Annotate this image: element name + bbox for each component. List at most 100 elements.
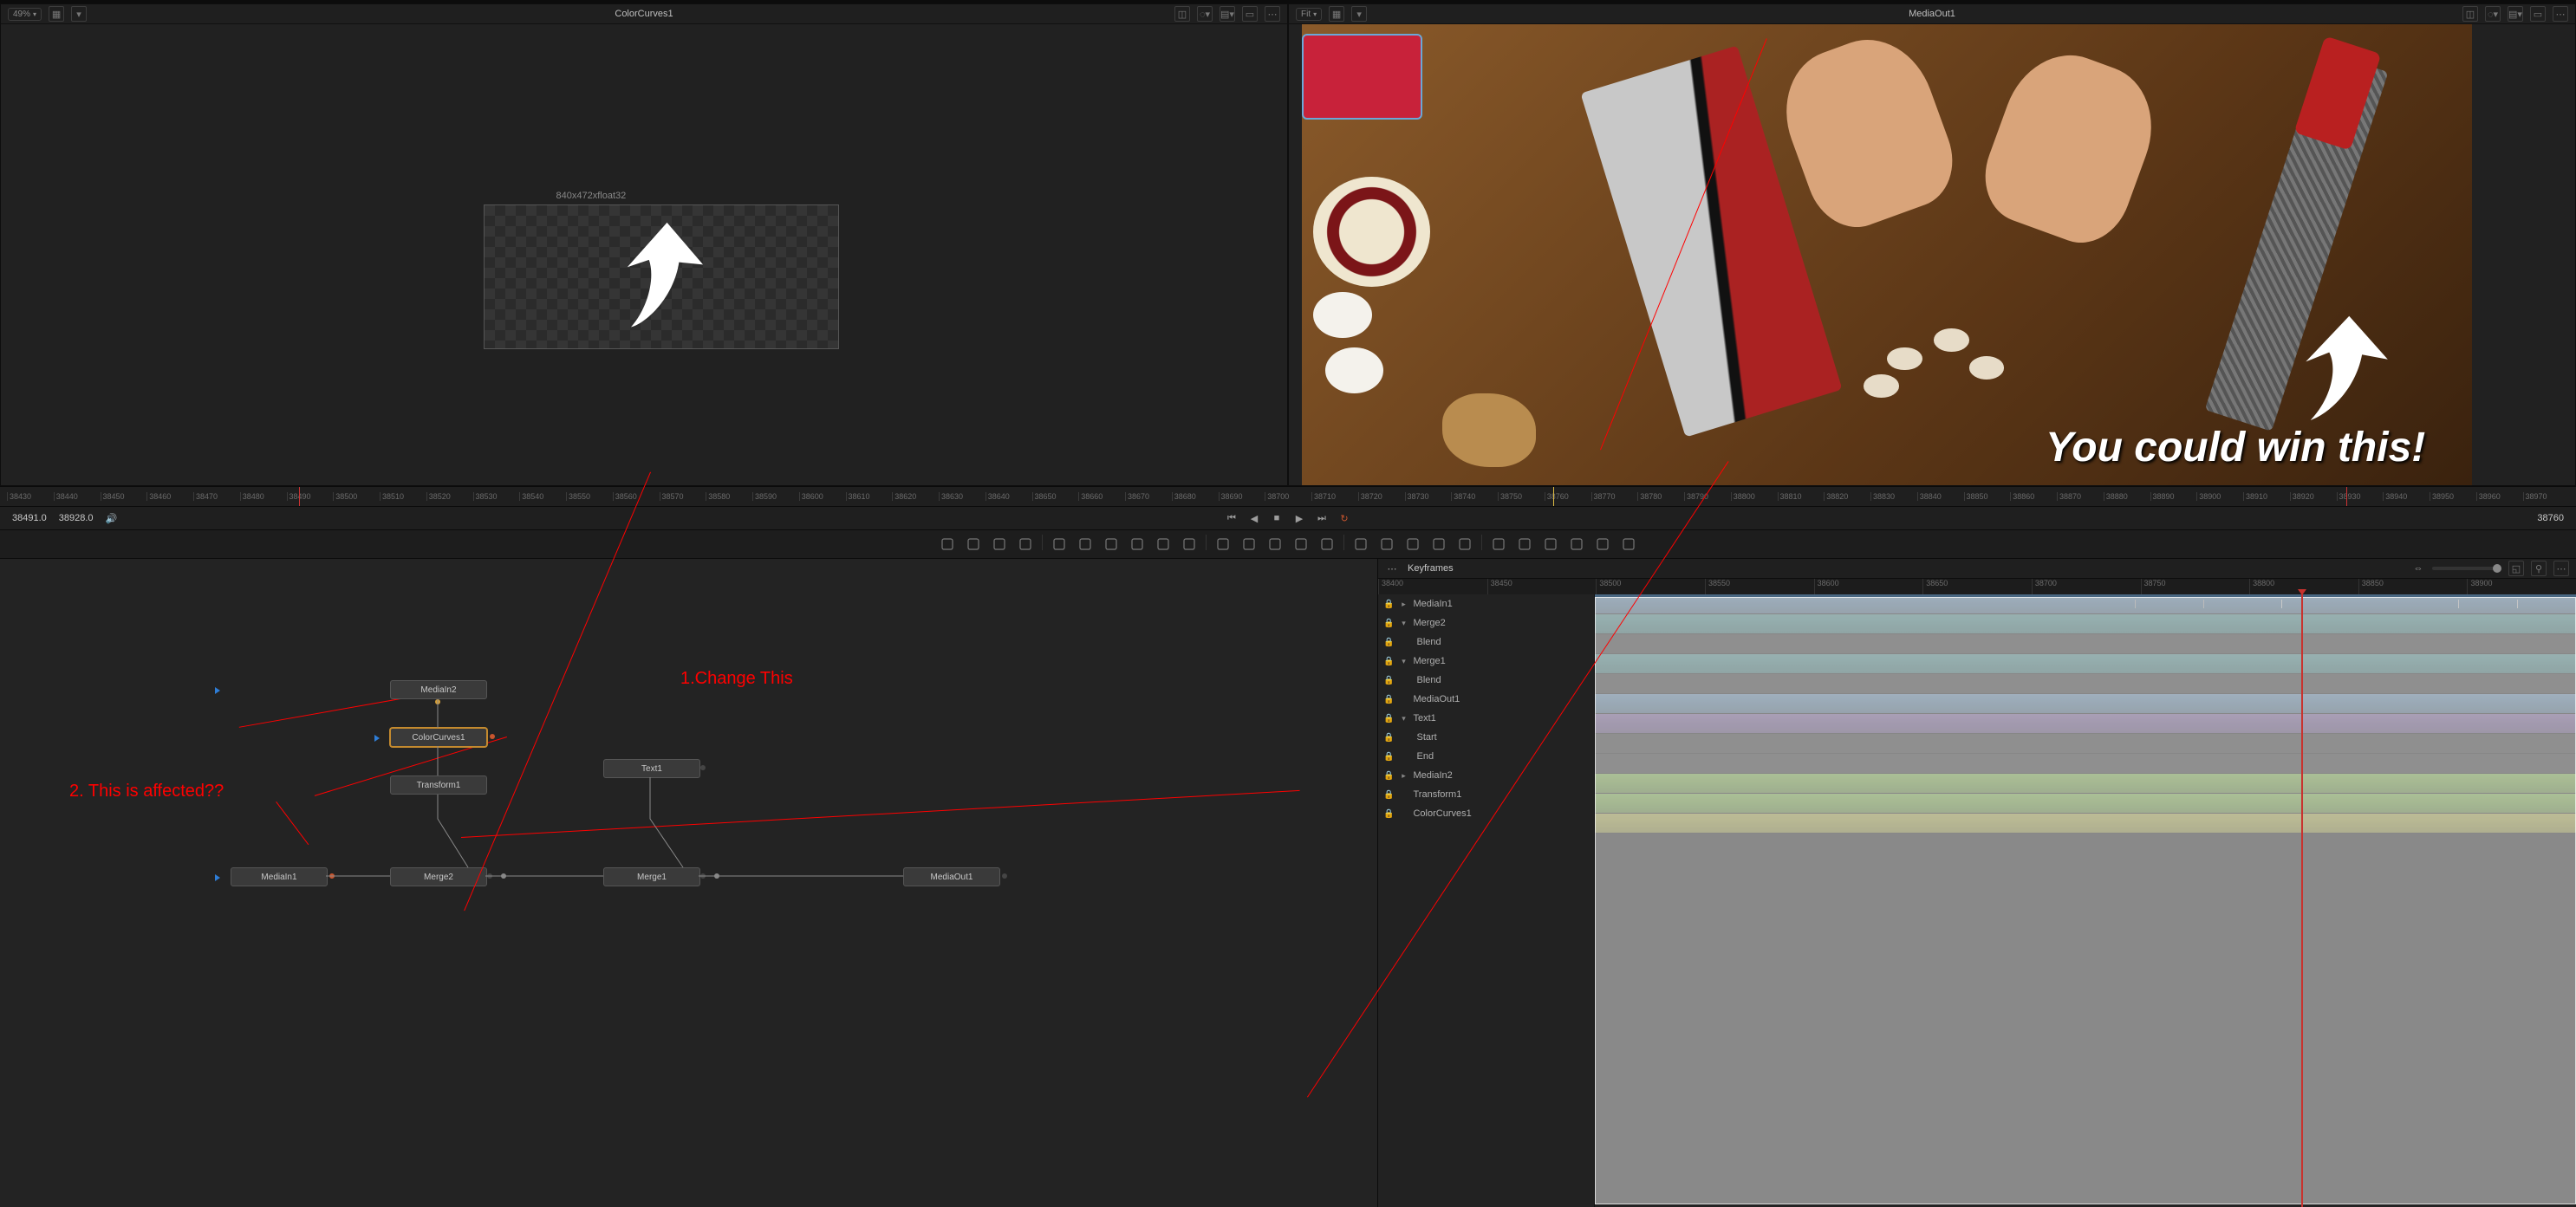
lock-icon[interactable]: 🔒	[1383, 790, 1394, 800]
view-indicator-icon[interactable]	[374, 735, 380, 742]
circle-dropdown-icon[interactable]: ◌▾	[2485, 6, 2501, 22]
kf-tree-row[interactable]: 🔒▾Merge1	[1378, 652, 1594, 671]
chevron-icon[interactable]: ▸	[1399, 600, 1408, 609]
node-text1[interactable]: Text1	[603, 759, 700, 778]
tool-merge3d[interactable]	[1619, 535, 1638, 554]
lock-icon[interactable]: 🔒	[1383, 600, 1394, 609]
screen-icon[interactable]: ▭	[2530, 6, 2546, 22]
split-icon[interactable]: ◫	[2462, 6, 2478, 22]
tool-drop-shadow[interactable]	[1180, 535, 1199, 554]
node-mediain1[interactable]: MediaIn1	[231, 867, 328, 886]
tool-bitmap[interactable]	[1317, 535, 1337, 554]
tool-blur[interactable]	[1154, 535, 1173, 554]
tool-resize[interactable]	[1403, 535, 1422, 554]
chevron-icon[interactable]: ▸	[1399, 771, 1408, 781]
loop-icon[interactable]: ↻	[1337, 511, 1351, 525]
playhead-marker[interactable]	[1553, 487, 1554, 506]
in-frame[interactable]: 38491.0	[12, 513, 47, 523]
list-icon[interactable]: ▤▾	[2508, 6, 2523, 22]
view-indicator-icon[interactable]	[215, 687, 220, 694]
in-point-marker[interactable]	[299, 487, 300, 506]
more-icon[interactable]: ⋯	[1265, 6, 1280, 22]
tool-ellipse[interactable]	[1239, 535, 1259, 554]
tool-rectangle[interactable]	[1213, 535, 1233, 554]
kf-zoom-slider[interactable]	[2432, 567, 2501, 570]
view-indicator-icon[interactable]	[215, 874, 220, 881]
step-back-icon[interactable]: ◀	[1247, 511, 1261, 525]
keyframes-ruler[interactable]: 3840038450385003855038600386503870038750…	[1378, 579, 2576, 594]
lock-icon[interactable]: 🔒	[1383, 657, 1394, 666]
view-menu-icon[interactable]: ▾	[1351, 6, 1367, 22]
lock-icon[interactable]: 🔒	[1383, 752, 1394, 762]
split-icon[interactable]: ◫	[1174, 6, 1190, 22]
current-frame[interactable]: 38760	[2537, 513, 2564, 523]
tool-media-in[interactable]	[938, 535, 957, 554]
chevron-icon[interactable]: ▾	[1399, 714, 1408, 724]
play-icon[interactable]: ▶	[1292, 511, 1306, 525]
node-transform1[interactable]: Transform1	[390, 775, 487, 795]
kf-menu-icon[interactable]: ⋯	[2553, 561, 2569, 576]
tool-camera3d[interactable]	[1489, 535, 1508, 554]
lock-icon[interactable]: 🔒	[1383, 771, 1394, 781]
tool-crop[interactable]	[1429, 535, 1448, 554]
lock-icon[interactable]: 🔒	[1383, 695, 1394, 704]
right-canvas[interactable]: You could win this!	[1289, 24, 2575, 485]
kf-tree-row[interactable]: 🔒End	[1378, 747, 1594, 766]
more-icon[interactable]: ⋯	[2553, 6, 2568, 22]
go-first-icon[interactable]: ⏮	[1225, 511, 1239, 525]
node-merge2[interactable]: Merge2	[390, 867, 487, 886]
kf-tree-row[interactable]: 🔒Blend	[1378, 633, 1594, 652]
chevron-icon[interactable]: ▾	[1399, 619, 1408, 628]
circle-dropdown-icon[interactable]: ◌▾	[1197, 6, 1213, 22]
kf-tree-row[interactable]: 🔒▾Text1	[1378, 709, 1594, 728]
tool-letterbox[interactable]	[1455, 535, 1474, 554]
kf-tree-row[interactable]: 🔒MediaOut1	[1378, 690, 1594, 709]
out-point-marker[interactable]	[2346, 487, 2347, 506]
kf-collapse-h-icon[interactable]: ⇔	[2411, 561, 2425, 575]
kf-fit-icon[interactable]: ◱	[2508, 561, 2524, 576]
kf-zoom-icon[interactable]: ⚲	[2531, 561, 2547, 576]
lock-icon[interactable]: 🔒	[1383, 676, 1394, 685]
tool-renderer3d[interactable]	[1593, 535, 1612, 554]
keyframes-options-icon[interactable]: ⋯	[1385, 561, 1399, 575]
audio-icon[interactable]: 🔊	[106, 513, 118, 524]
tool-spotlight[interactable]	[1567, 535, 1586, 554]
tool-merge[interactable]	[1377, 535, 1396, 554]
screen-icon[interactable]: ▭	[1242, 6, 1258, 22]
tool-polygon[interactable]	[1265, 535, 1285, 554]
flow-node-editor[interactable]: 1.Change This 2. This is affected?? Medi…	[0, 559, 1377, 1207]
node-mediaout1[interactable]: MediaOut1	[903, 867, 1000, 886]
node-mediain2[interactable]: MediaIn2	[390, 680, 487, 699]
tool-fast-noise[interactable]	[1076, 535, 1095, 554]
keyframes-lanes[interactable]	[1595, 594, 2576, 1207]
node-merge1[interactable]: Merge1	[603, 867, 700, 886]
lock-icon[interactable]: 🔒	[1383, 809, 1394, 819]
lock-icon[interactable]: 🔒	[1383, 619, 1394, 628]
keyframes-tree[interactable]: 🔒▸MediaIn1🔒▾Merge2🔒Blend🔒▾Merge1🔒Blend🔒M…	[1378, 594, 1595, 1207]
tool-image-plane3d[interactable]	[1515, 535, 1534, 554]
view-dropdown-icon[interactable]: ▦	[49, 6, 64, 22]
kf-tree-row[interactable]: 🔒Transform1	[1378, 785, 1594, 804]
tool-media-out[interactable]	[964, 535, 983, 554]
tool-brightness-contrast[interactable]	[1128, 535, 1147, 554]
kf-tree-row[interactable]: 🔒Start	[1378, 728, 1594, 747]
tool-shape3d[interactable]	[1541, 535, 1560, 554]
lock-icon[interactable]: 🔒	[1383, 638, 1394, 647]
tool-transform[interactable]	[1351, 535, 1370, 554]
tool-paint[interactable]	[1016, 535, 1035, 554]
kf-tree-row[interactable]: 🔒▸MediaIn1	[1378, 594, 1594, 613]
zoom-left[interactable]: 49% ▾	[8, 8, 42, 21]
node-colorcurves1[interactable]: ColorCurves1	[390, 728, 487, 747]
keyframes-playhead[interactable]	[2301, 594, 2303, 1207]
tool-bspline[interactable]	[1291, 535, 1311, 554]
out-frame[interactable]: 38928.0	[59, 513, 94, 523]
left-canvas[interactable]: 840x472xfloat32	[1, 24, 1287, 485]
list-icon[interactable]: ▤▾	[1220, 6, 1235, 22]
stop-icon[interactable]: ■	[1270, 511, 1284, 525]
kf-tree-row[interactable]: 🔒▸MediaIn2	[1378, 766, 1594, 785]
kf-tree-row[interactable]: 🔒Blend	[1378, 671, 1594, 690]
lock-icon[interactable]: 🔒	[1383, 714, 1394, 724]
view-dropdown-icon[interactable]: ▦	[1329, 6, 1344, 22]
kf-tree-row[interactable]: 🔒▾Merge2	[1378, 613, 1594, 633]
go-last-icon[interactable]: ⏭	[1315, 511, 1329, 525]
